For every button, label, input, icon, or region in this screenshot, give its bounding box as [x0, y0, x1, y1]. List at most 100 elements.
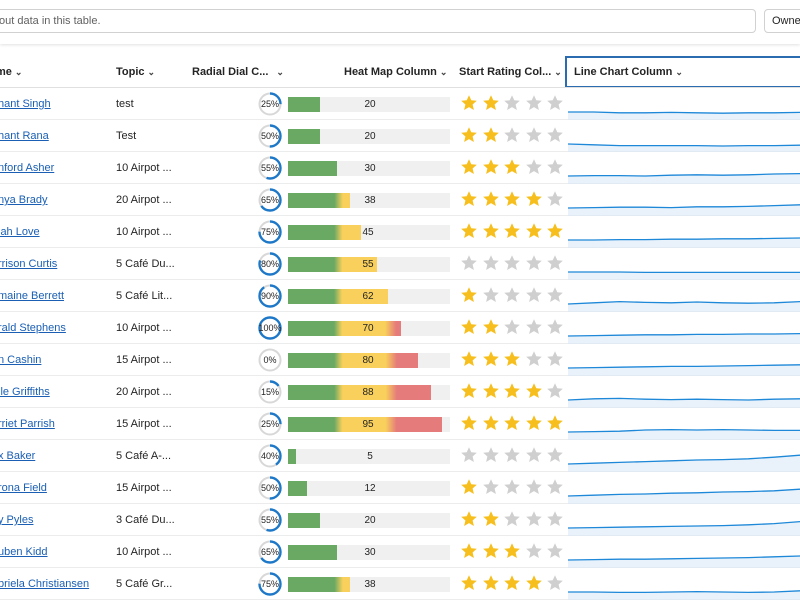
- name-link[interactable]: uben Kidd: [0, 546, 48, 558]
- star-icon[interactable]: [482, 350, 500, 368]
- star-icon[interactable]: [460, 286, 478, 304]
- star-icon[interactable]: [460, 350, 478, 368]
- star-icon[interactable]: [546, 190, 564, 208]
- star-icon[interactable]: [546, 510, 564, 528]
- chevron-down-icon[interactable]: ⌄: [554, 56, 562, 88]
- star-icon[interactable]: [525, 126, 543, 144]
- star-icon[interactable]: [482, 574, 500, 592]
- star-icon[interactable]: [503, 414, 521, 432]
- table-row[interactable]: n Cashin 15 Airpot ... 0% 80: [0, 344, 800, 376]
- name-link[interactable]: lle Griffiths: [0, 386, 50, 398]
- name-link[interactable]: x Baker: [0, 450, 35, 462]
- star-icon[interactable]: [482, 318, 500, 336]
- star-icon[interactable]: [525, 510, 543, 528]
- star-icon[interactable]: [546, 478, 564, 496]
- star-icon[interactable]: [460, 382, 478, 400]
- column-header-rating[interactable]: Start Rating Col... ⌄: [459, 56, 562, 88]
- star-icon[interactable]: [525, 318, 543, 336]
- table-row[interactable]: maine Berrett 5 Café Lit... 90% 62: [0, 280, 800, 312]
- star-icon[interactable]: [525, 350, 543, 368]
- star-icon[interactable]: [460, 126, 478, 144]
- table-row[interactable]: briela Christiansen 5 Café Gr... 75% 38: [0, 568, 800, 600]
- table-row[interactable]: iah Love 10 Airpot ... 75% 45: [0, 216, 800, 248]
- search-input[interactable]: out data in this table.: [0, 9, 756, 33]
- star-icon[interactable]: [503, 542, 521, 560]
- star-icon[interactable]: [503, 254, 521, 272]
- chevron-down-icon[interactable]: ⌄: [276, 56, 284, 88]
- column-header-line[interactable]: Line Chart Column ⌄: [565, 56, 800, 88]
- chevron-down-icon[interactable]: ⌄: [440, 56, 448, 88]
- star-icon[interactable]: [546, 318, 564, 336]
- column-header-topic[interactable]: Topic ⌄: [116, 56, 186, 88]
- name-link[interactable]: nya Brady: [0, 194, 48, 206]
- star-icon[interactable]: [546, 286, 564, 304]
- star-icon[interactable]: [546, 94, 564, 112]
- column-header-name[interactable]: me ⌄: [0, 56, 106, 88]
- star-icon[interactable]: [482, 478, 500, 496]
- star-icon[interactable]: [460, 414, 478, 432]
- name-link[interactable]: nford Asher: [0, 162, 54, 174]
- star-icon[interactable]: [482, 158, 500, 176]
- name-link[interactable]: briela Christiansen: [0, 578, 89, 590]
- star-icon[interactable]: [525, 542, 543, 560]
- star-icon[interactable]: [482, 542, 500, 560]
- star-icon[interactable]: [503, 126, 521, 144]
- star-icon[interactable]: [503, 222, 521, 240]
- star-icon[interactable]: [482, 254, 500, 272]
- star-icon[interactable]: [460, 254, 478, 272]
- name-link[interactable]: rald Stephens: [0, 322, 66, 334]
- star-icon[interactable]: [546, 542, 564, 560]
- star-icon[interactable]: [546, 414, 564, 432]
- star-icon[interactable]: [503, 350, 521, 368]
- star-icon[interactable]: [525, 158, 543, 176]
- table-row[interactable]: rriet Parrish 15 Airpot ... 25% 95: [0, 408, 800, 440]
- star-icon[interactable]: [460, 510, 478, 528]
- chevron-down-icon[interactable]: ⌄: [15, 56, 23, 88]
- star-icon[interactable]: [482, 222, 500, 240]
- star-icon[interactable]: [525, 414, 543, 432]
- name-link[interactable]: rona Field: [0, 482, 47, 494]
- table-row[interactable]: hant Rana Test 50% 20: [0, 120, 800, 152]
- table-row[interactable]: rald Stephens 10 Airpot ... 100% 70: [0, 312, 800, 344]
- star-icon[interactable]: [525, 190, 543, 208]
- star-icon[interactable]: [460, 222, 478, 240]
- star-icon[interactable]: [503, 478, 521, 496]
- owner-filter-button[interactable]: Owne: [764, 9, 800, 33]
- star-icon[interactable]: [482, 510, 500, 528]
- star-icon[interactable]: [546, 446, 564, 464]
- star-icon[interactable]: [460, 446, 478, 464]
- star-icon[interactable]: [546, 574, 564, 592]
- star-icon[interactable]: [525, 94, 543, 112]
- star-icon[interactable]: [482, 414, 500, 432]
- star-icon[interactable]: [503, 382, 521, 400]
- name-link[interactable]: hant Singh: [0, 98, 51, 110]
- star-icon[interactable]: [525, 254, 543, 272]
- name-link[interactable]: rrison Curtis: [0, 258, 57, 270]
- column-header-heat[interactable]: Heat Map Column ⌄: [344, 56, 454, 88]
- table-row[interactable]: y Pyles 3 Café Du... 55% 20: [0, 504, 800, 536]
- star-icon[interactable]: [503, 510, 521, 528]
- name-link[interactable]: maine Berrett: [0, 290, 64, 302]
- star-icon[interactable]: [482, 286, 500, 304]
- table-row[interactable]: nford Asher 10 Airpot ... 55% 30: [0, 152, 800, 184]
- name-link[interactable]: hant Rana: [0, 130, 49, 142]
- table-row[interactable]: hant Singh test 25% 20: [0, 88, 800, 120]
- star-icon[interactable]: [482, 190, 500, 208]
- star-icon[interactable]: [482, 446, 500, 464]
- star-icon[interactable]: [460, 190, 478, 208]
- star-icon[interactable]: [503, 318, 521, 336]
- name-link[interactable]: y Pyles: [0, 514, 33, 526]
- star-icon[interactable]: [482, 382, 500, 400]
- table-row[interactable]: rrison Curtis 5 Café Du... 80% 55: [0, 248, 800, 280]
- star-icon[interactable]: [525, 478, 543, 496]
- name-link[interactable]: iah Love: [0, 226, 40, 238]
- chevron-down-icon[interactable]: ⌄: [148, 56, 156, 88]
- name-link[interactable]: n Cashin: [0, 354, 41, 366]
- star-icon[interactable]: [503, 94, 521, 112]
- star-icon[interactable]: [460, 574, 478, 592]
- star-icon[interactable]: [460, 542, 478, 560]
- column-header-dial[interactable]: Radial Dial C... ⌄: [192, 56, 284, 88]
- star-icon[interactable]: [546, 126, 564, 144]
- star-icon[interactable]: [460, 318, 478, 336]
- star-icon[interactable]: [525, 222, 543, 240]
